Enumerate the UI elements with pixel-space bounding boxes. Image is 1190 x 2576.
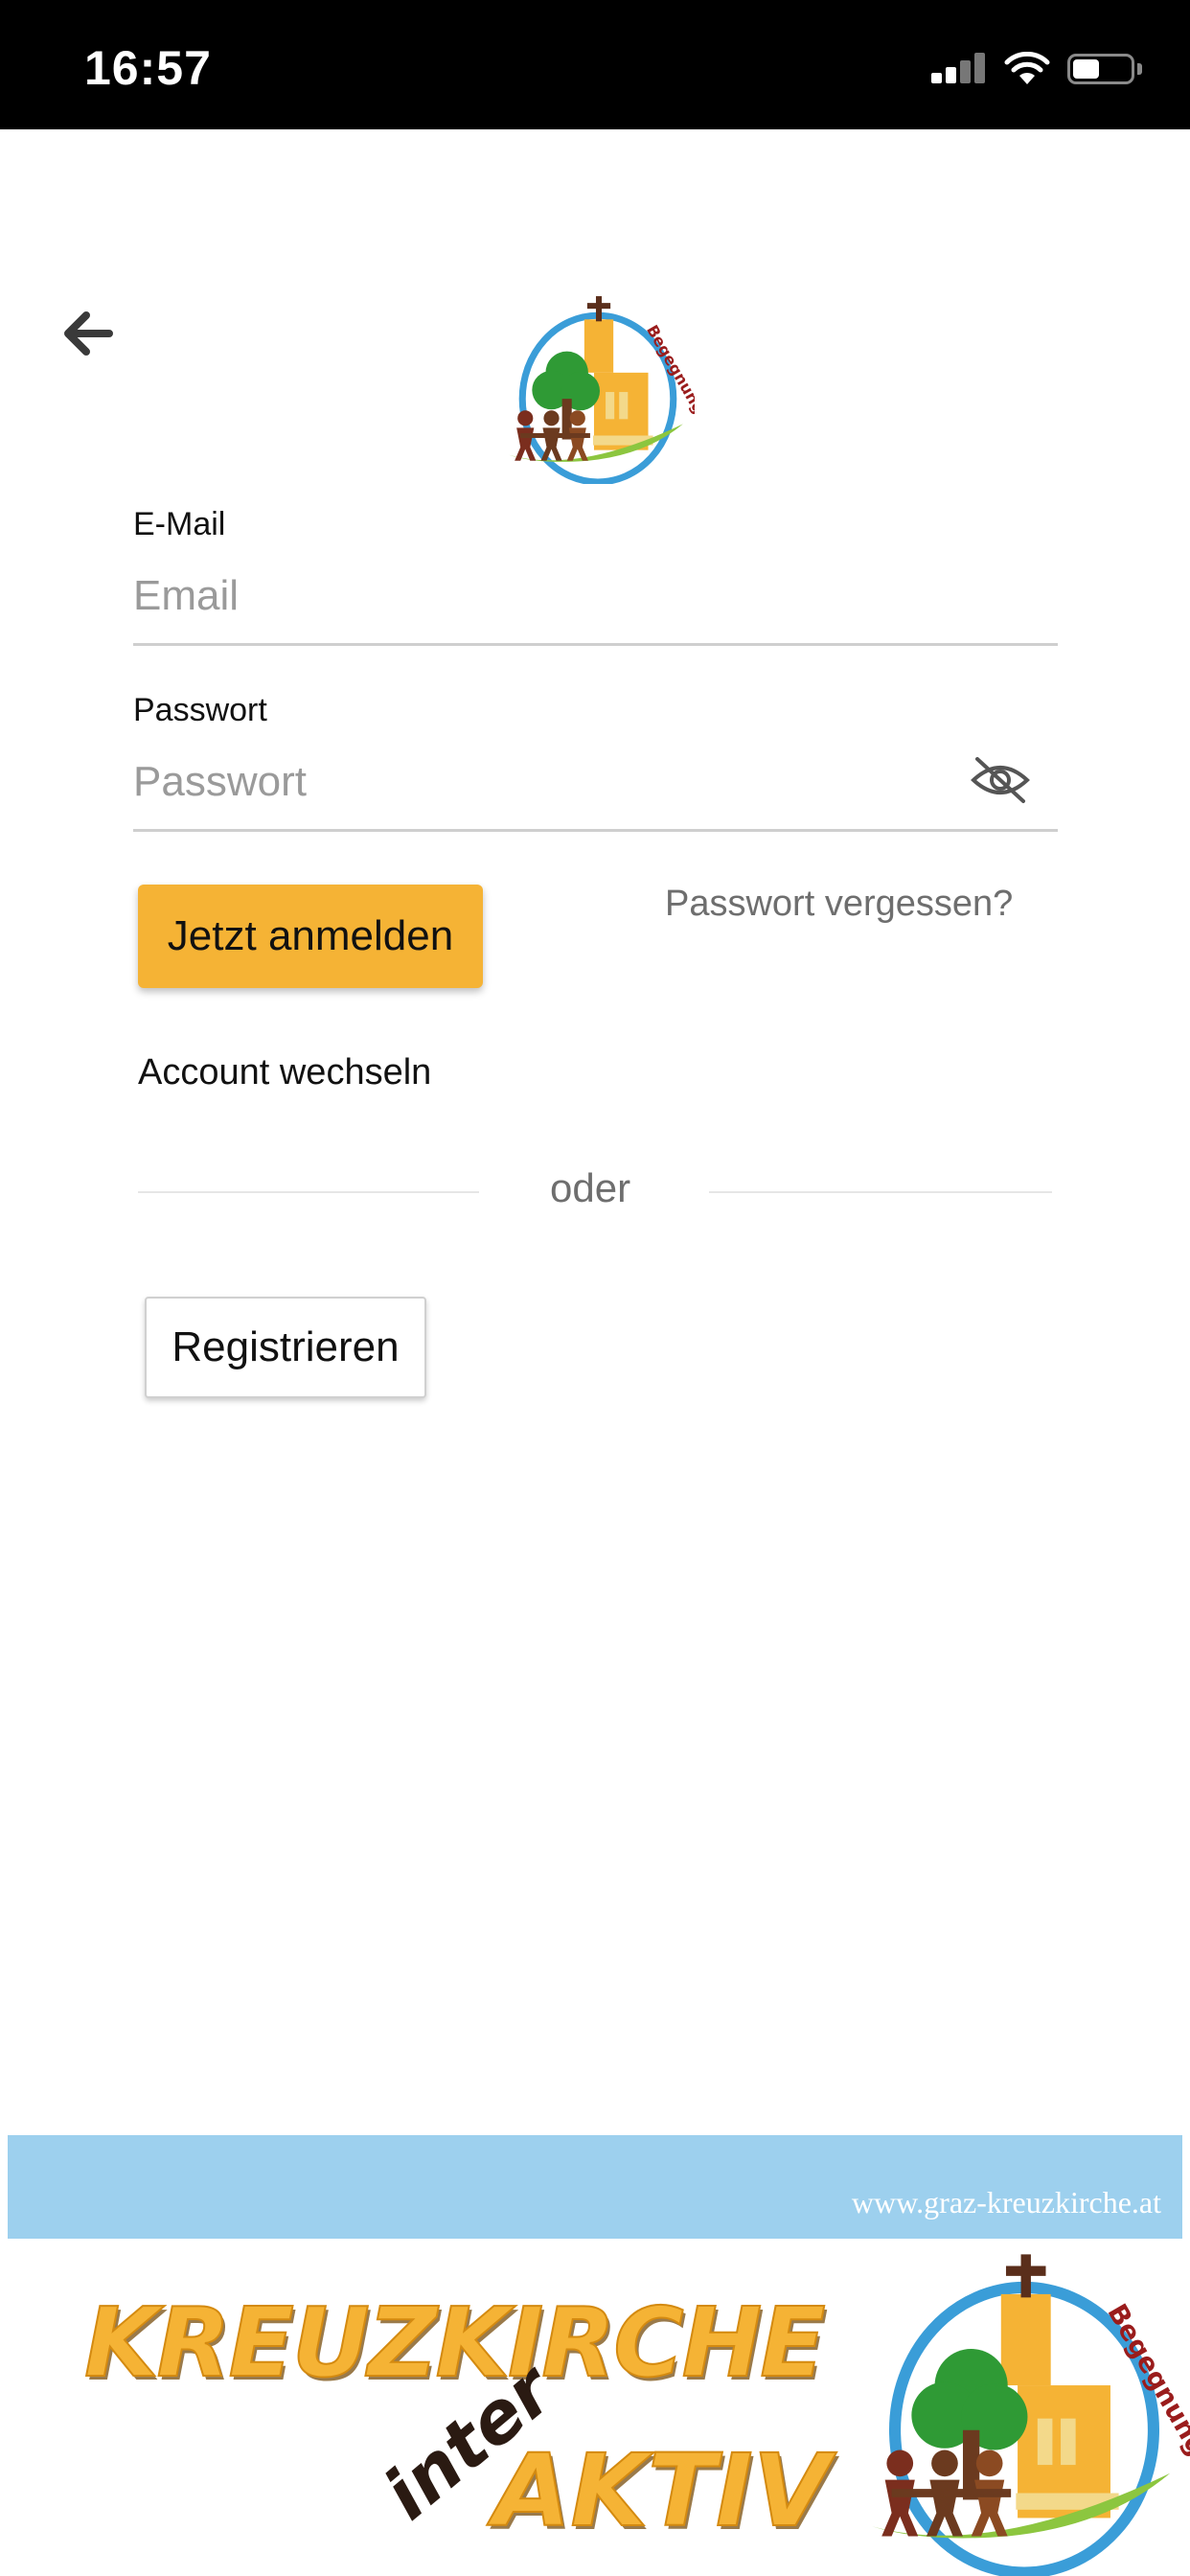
divider-line-right [709, 1191, 1052, 1193]
wifi-icon [1004, 52, 1050, 84]
status-bar: 16:57 [0, 0, 1190, 129]
divider-line-left [138, 1191, 479, 1193]
forgot-password-link[interactable]: Passwort vergessen? [665, 884, 1013, 925]
svg-text:Begegnung leben!: Begegnung leben! [643, 322, 695, 470]
kreuzkirche-logo-icon: Begegnung leben! [871, 2254, 1190, 2576]
brand-aktiv: AKTIV [492, 2431, 831, 2550]
password-underline [133, 829, 1058, 832]
footer-banner-strip: www.graz-kreuzkirche.at [8, 2135, 1182, 2239]
register-button[interactable]: Registrieren [145, 1297, 426, 1398]
svg-text:Begegnung leben!: Begegnung leben! [1101, 2298, 1190, 2551]
kreuzkirche-logo-icon: Begegnung leben! [509, 296, 695, 484]
password-input[interactable] [133, 753, 957, 811]
footer-url[interactable]: www.graz-kreuzkirche.at [852, 2185, 1161, 2220]
password-label: Passwort [133, 692, 267, 728]
brand-title: KREUZKIRCHE [83, 2286, 827, 2400]
eye-slash-icon[interactable] [970, 753, 1031, 807]
status-time: 16:57 [84, 41, 212, 95]
switch-account-link[interactable]: Account wechseln [138, 1052, 431, 1093]
email-label: E-Mail [133, 506, 226, 542]
back-arrow-icon[interactable] [59, 309, 115, 358]
battery-icon [1067, 54, 1142, 84]
email-underline [133, 643, 1058, 646]
divider-text: oder [550, 1165, 631, 1210]
login-button[interactable]: Jetzt anmelden [138, 885, 483, 988]
email-input[interactable] [133, 567, 1053, 625]
cellular-signal-icon [931, 53, 987, 83]
